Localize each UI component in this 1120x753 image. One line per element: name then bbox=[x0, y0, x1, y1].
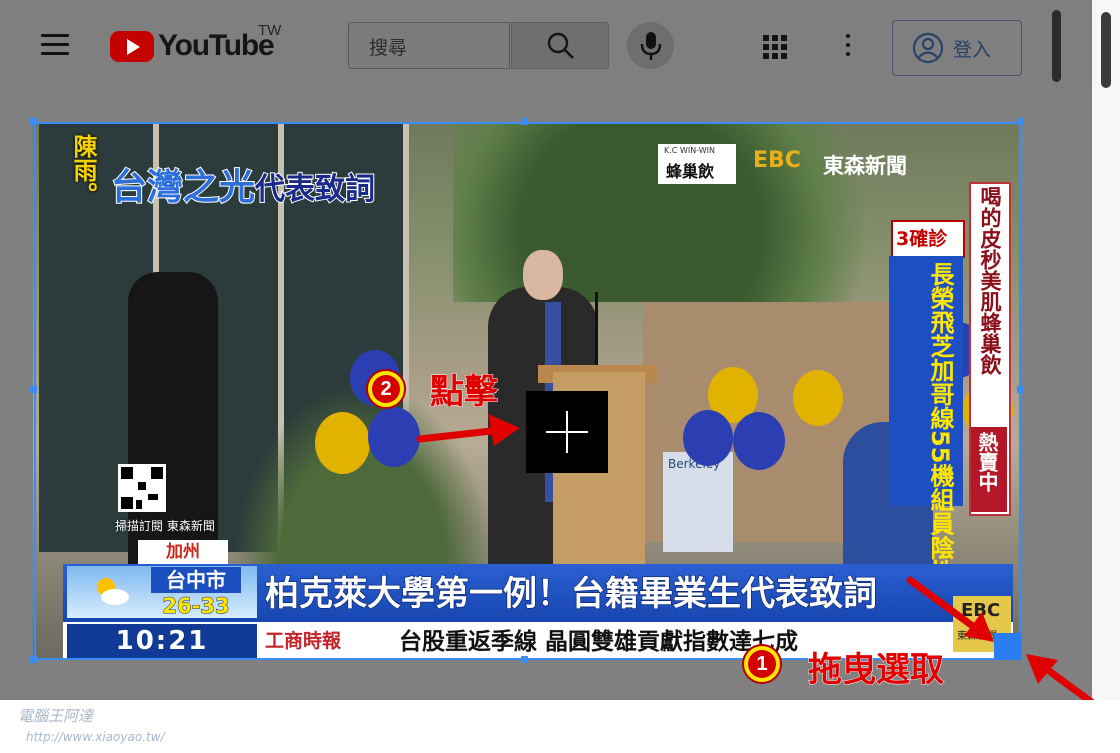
crosshair-button[interactable] bbox=[526, 391, 608, 473]
step1-number: 1 bbox=[748, 650, 776, 678]
logo-region: TW bbox=[258, 22, 282, 39]
apps-grid-icon[interactable] bbox=[763, 35, 787, 59]
voice-search-button[interactable] bbox=[627, 22, 674, 69]
scrollbar-thumb[interactable] bbox=[1101, 12, 1111, 88]
bottom-strip bbox=[0, 700, 1120, 753]
drag-handle[interactable] bbox=[994, 633, 1021, 660]
page-scrollbar-thumb[interactable] bbox=[1052, 10, 1061, 82]
resize-handle[interactable] bbox=[30, 656, 37, 663]
scrollbar-track[interactable] bbox=[1092, 0, 1120, 700]
signin-button[interactable]: 登入 bbox=[892, 20, 1022, 76]
search-icon bbox=[547, 32, 574, 59]
watermark-url: http://www.xiaoyao.tw/ bbox=[26, 730, 165, 744]
microphone-icon bbox=[640, 32, 662, 60]
search-input[interactable]: 搜尋 bbox=[348, 22, 510, 69]
more-options-icon[interactable] bbox=[845, 34, 851, 58]
menu-icon[interactable] bbox=[41, 34, 69, 56]
logo-text: YouTube bbox=[158, 29, 275, 62]
search-button[interactable] bbox=[511, 22, 609, 69]
resize-handle[interactable] bbox=[521, 118, 528, 125]
step1-label: 拖曳選取 bbox=[808, 650, 945, 691]
youtube-header: YouTube TW 搜尋 登入 bbox=[0, 0, 1092, 92]
resize-handle[interactable] bbox=[1017, 386, 1024, 393]
step2-badge: 2 bbox=[366, 369, 406, 409]
search-placeholder: 搜尋 bbox=[369, 37, 408, 59]
youtube-logo[interactable]: YouTube bbox=[110, 28, 275, 64]
step2-label: 點擊 bbox=[430, 372, 499, 413]
resize-handle[interactable] bbox=[30, 386, 37, 393]
resize-handle[interactable] bbox=[1017, 118, 1024, 125]
resize-handle[interactable] bbox=[521, 656, 528, 663]
account-icon bbox=[912, 32, 944, 64]
resize-handle[interactable] bbox=[30, 118, 37, 125]
youtube-play-icon bbox=[110, 30, 154, 62]
watermark: 電腦王阿達 bbox=[18, 707, 94, 725]
signin-label: 登入 bbox=[953, 38, 992, 61]
step2-number: 2 bbox=[372, 375, 400, 403]
step1-badge: 1 bbox=[742, 644, 782, 684]
